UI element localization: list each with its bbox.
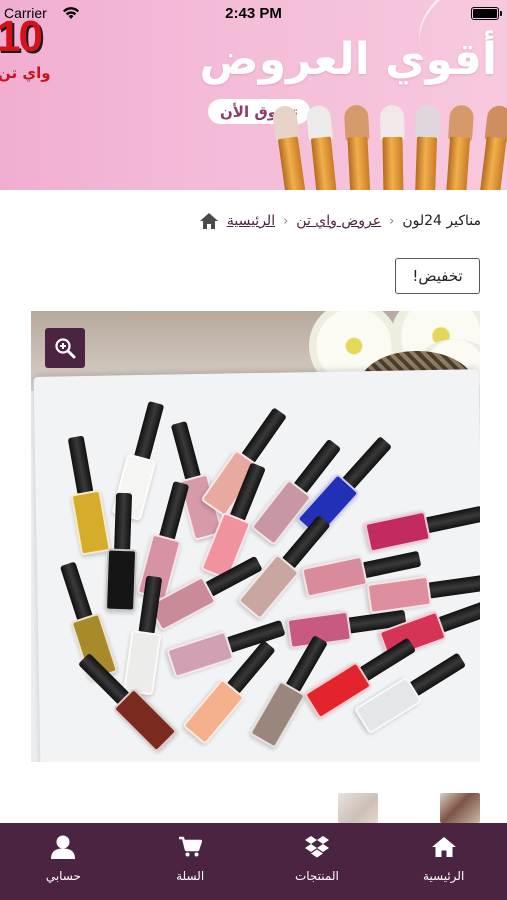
zoom-button[interactable]: [45, 328, 85, 368]
tab-label: السلة: [176, 869, 205, 883]
tab-label: الرئيسية: [422, 869, 465, 883]
banner-title: أقوي العروض: [199, 34, 497, 85]
makeup-brushes-illustration: [271, 100, 507, 190]
breadcrumb: الرئيسية ‹ عروض واي تن ‹ مناكير 24لون: [199, 212, 481, 230]
breadcrumb-category-link[interactable]: عروض واي تن: [296, 213, 381, 229]
cart-icon: [175, 833, 205, 861]
promo-logo: 10 واي تن: [0, 12, 76, 82]
tab-cart[interactable]: السلة: [135, 823, 245, 883]
tab-account[interactable]: حسابي: [8, 823, 118, 883]
breadcrumb-home-link[interactable]: الرئيسية: [227, 213, 275, 229]
breadcrumb-separator-icon: ‹: [283, 213, 289, 229]
home-icon: [429, 833, 459, 861]
bottom-tab-bar: الرئيسية المنتجات السلة حسابي: [0, 823, 507, 900]
tab-home[interactable]: الرئيسية: [389, 823, 499, 883]
promo-number: 10: [0, 12, 43, 61]
promo-banner[interactable]: Carrier 2:43 PM 10 واي تن أقوي العروض تس…: [0, 0, 507, 190]
zoom-in-icon: [55, 338, 76, 359]
sale-badge: تخفيض!: [395, 258, 480, 294]
tab-label: المنتجات: [294, 869, 339, 883]
battery-icon: [471, 7, 502, 20]
account-icon: [48, 833, 78, 861]
tab-products[interactable]: المنتجات: [262, 823, 372, 883]
tab-label: حسابي: [45, 869, 81, 883]
home-icon[interactable]: [199, 212, 219, 230]
status-bar: Carrier 2:43 PM: [0, 0, 507, 28]
nail-polish-bottle: [104, 492, 139, 614]
promo-brand: واي تن: [0, 64, 51, 82]
product-image[interactable]: [31, 311, 480, 762]
product-thumbnail[interactable]: [338, 793, 378, 823]
breadcrumb-current: مناكير 24لون: [402, 213, 481, 229]
product-thumbnail[interactable]: [440, 793, 480, 823]
products-icon: [302, 833, 332, 861]
breadcrumb-separator-icon: ‹: [389, 213, 395, 229]
status-time: 2:43 PM: [225, 5, 282, 22]
